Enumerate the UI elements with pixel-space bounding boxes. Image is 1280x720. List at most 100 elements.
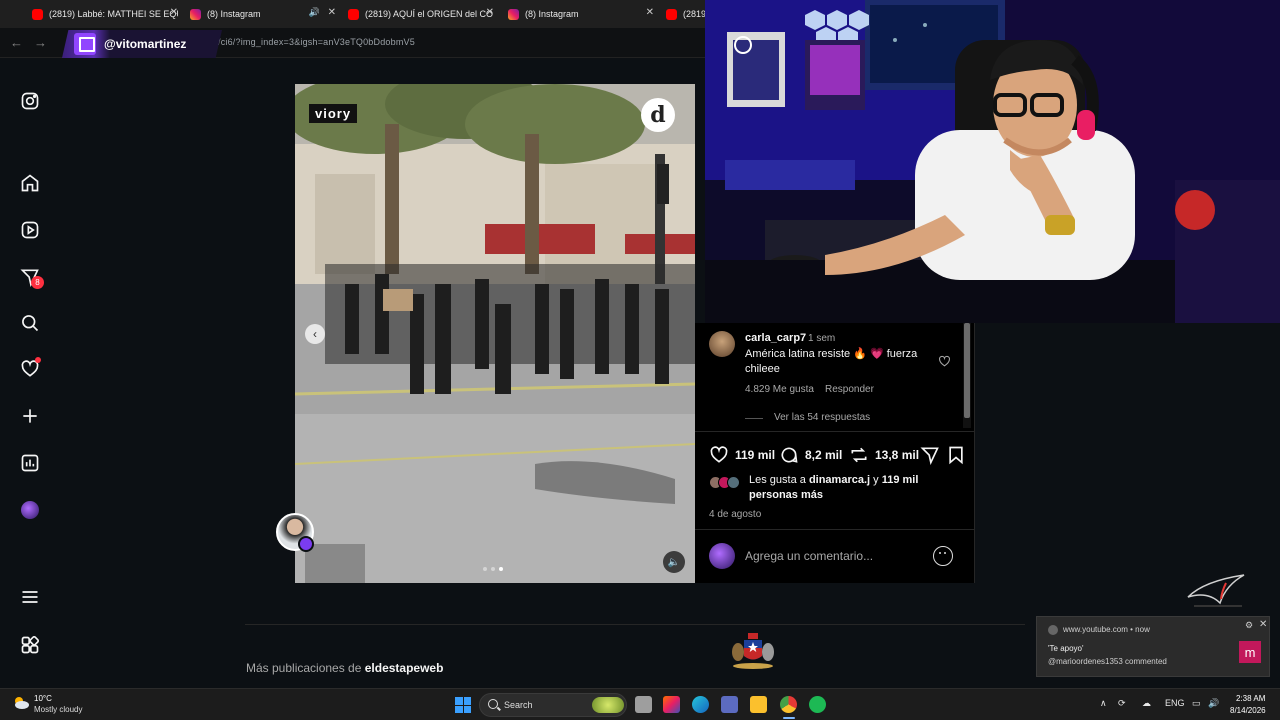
settings-gear-icon[interactable]: ⚙	[1245, 620, 1253, 631]
sync-icon[interactable]: ⟳	[1118, 698, 1126, 709]
active-app-indicator	[783, 717, 795, 719]
tab-close-icon[interactable]: ✕	[328, 7, 336, 18]
comment-username[interactable]: carla_carp7	[745, 332, 806, 344]
tab-title: (8) Instagram	[207, 9, 261, 19]
tab-close-icon[interactable]: ✕	[646, 7, 654, 18]
url-field[interactable]: /ci6/?img_index=3&igsh=anV3eTQ0bDdobmV5	[218, 37, 415, 47]
back-arrow-icon[interactable]: ←	[10, 35, 23, 50]
comment-count: 8,2 mil	[805, 448, 843, 462]
tab-close-icon[interactable]: ✕	[486, 7, 494, 18]
heart-icon	[710, 446, 728, 463]
browser-notification[interactable]: www.youtube.com • now ⚙ ✕ 'Te apoyo' @ma…	[1036, 616, 1270, 677]
dashboard-icon[interactable]	[19, 452, 41, 474]
post-media[interactable]: viory d ‹ 🔈	[295, 84, 695, 583]
edge-icon[interactable]	[692, 696, 709, 713]
bookmark-icon	[949, 446, 963, 465]
liked-by-prefix: Les gusta a	[749, 474, 809, 486]
cloud-icon[interactable]: ☁	[1142, 698, 1151, 709]
compose-avatar	[709, 543, 735, 569]
taskbar-search[interactable]: Search	[479, 693, 627, 717]
divider	[695, 529, 975, 530]
like-button[interactable]: 119 mil	[709, 445, 775, 465]
post-date[interactable]: 4 de agosto	[709, 509, 761, 520]
carousel-dot	[491, 567, 495, 571]
search-icon[interactable]	[19, 312, 41, 334]
youtube-icon	[666, 8, 677, 20]
notifications-icon[interactable]	[19, 357, 41, 380]
comment-input[interactable]: Agrega un comentario...	[745, 549, 873, 563]
weather-cloudy-icon[interactable]	[12, 694, 30, 712]
mute-toggle-icon[interactable]: 🔈	[663, 551, 685, 573]
close-icon[interactable]: ✕	[1259, 619, 1267, 630]
spotify-icon[interactable]	[809, 696, 826, 713]
reply-button[interactable]: Responder	[825, 384, 874, 395]
tab-title: (2819) Labbé: MATTHEI SE EQU	[49, 9, 178, 19]
chrome-icon[interactable]	[780, 696, 797, 713]
home-icon[interactable]	[19, 172, 41, 194]
instagram-logo-icon[interactable]	[19, 90, 41, 112]
liked-by-user[interactable]: dinamarca.j	[809, 474, 870, 486]
chrome-icon	[1048, 625, 1058, 635]
clock-time[interactable]: 2:38 AM	[1236, 694, 1265, 703]
tab-close-icon[interactable]: ✕	[170, 7, 178, 18]
browser-tab[interactable]: (2819	[666, 4, 706, 24]
notification-avatar: m	[1239, 641, 1261, 663]
tray-chevron-icon[interactable]: ∧	[1100, 698, 1107, 709]
volume-icon[interactable]: 🔊	[1208, 698, 1219, 709]
comment-button[interactable]: 8,2 mil	[779, 445, 842, 465]
channel-name: @vitomartinez	[104, 37, 187, 51]
browser-tab[interactable]: (8) Instagram ✕	[508, 4, 654, 24]
divider	[695, 431, 975, 432]
more-posts-prefix: Más publicaciones de	[246, 661, 365, 675]
file-explorer-icon[interactable]	[750, 696, 767, 713]
rog-logo-icon	[1187, 574, 1245, 607]
clock-date[interactable]: 8/14/2026	[1230, 706, 1266, 715]
more-posts-account[interactable]: eldestapeweb	[365, 661, 444, 675]
reels-icon[interactable]	[19, 219, 41, 241]
search-highlight-icon	[592, 697, 624, 713]
instagram-icon	[190, 8, 201, 20]
speaker-icon[interactable]: 🔊	[309, 7, 320, 18]
weather-temperature[interactable]: 10°C	[34, 694, 52, 703]
comments-scrollbar[interactable]	[963, 323, 971, 428]
copilot-icon[interactable]	[663, 696, 680, 713]
messages-icon[interactable]: 8	[19, 266, 44, 289]
comment-like-count[interactable]: 4.829 Me gusta	[745, 384, 814, 395]
repost-icon	[851, 447, 867, 463]
post-side-panel: carla_carp7 1 sem América latina resiste…	[695, 323, 975, 583]
carousel-indicator	[483, 567, 503, 571]
also-from-meta-icon[interactable]	[19, 634, 41, 656]
share-button[interactable]	[920, 445, 946, 465]
streamer-webcam	[705, 0, 1280, 323]
search-label: Search	[504, 700, 533, 710]
comment-avatar[interactable]	[709, 331, 735, 357]
youtube-icon	[32, 8, 43, 20]
language-indicator[interactable]: ENG	[1165, 698, 1185, 708]
liked-by-joiner: y	[870, 474, 882, 486]
browser-tab[interactable]: (8) Instagram 🔊 ✕	[190, 4, 336, 24]
comment-text: América latina resiste 🔥 💗 fuerza chilee…	[745, 348, 918, 375]
start-button[interactable]	[455, 697, 471, 713]
post-actions: 119 mil 8,2 mil 13,8 mil	[709, 445, 969, 467]
network-icon[interactable]: ▭	[1192, 698, 1201, 709]
repost-button[interactable]: 13,8 mil	[849, 445, 919, 465]
teams-icon[interactable]	[721, 696, 738, 713]
forward-arrow-icon[interactable]: →	[34, 35, 47, 50]
repost-count: 13,8 mil	[875, 448, 920, 462]
scroll-thumb[interactable]	[964, 323, 970, 418]
like-count: 119 mil	[735, 448, 776, 462]
tab-title: (8) Instagram	[525, 9, 579, 19]
browser-tab[interactable]: (2819) AQUÍ el ORIGEN del CO ✕	[348, 4, 494, 24]
browser-tab[interactable]: (2819) Labbé: MATTHEI SE EQU ✕	[32, 4, 178, 24]
comment-like-icon[interactable]	[938, 355, 951, 368]
save-button[interactable]	[946, 445, 972, 465]
previous-slide-button[interactable]: ‹	[305, 324, 325, 344]
view-replies-link[interactable]: Ver las 54 respuestas	[774, 412, 870, 423]
profile-avatar[interactable]	[19, 499, 41, 521]
create-icon[interactable]	[19, 405, 41, 427]
weather-description[interactable]: Mostly cloudy	[34, 705, 82, 714]
emoji-icon[interactable]	[933, 546, 953, 566]
more-menu-icon[interactable]	[19, 586, 41, 608]
task-view-icon[interactable]	[635, 696, 652, 713]
search-icon	[488, 699, 498, 709]
